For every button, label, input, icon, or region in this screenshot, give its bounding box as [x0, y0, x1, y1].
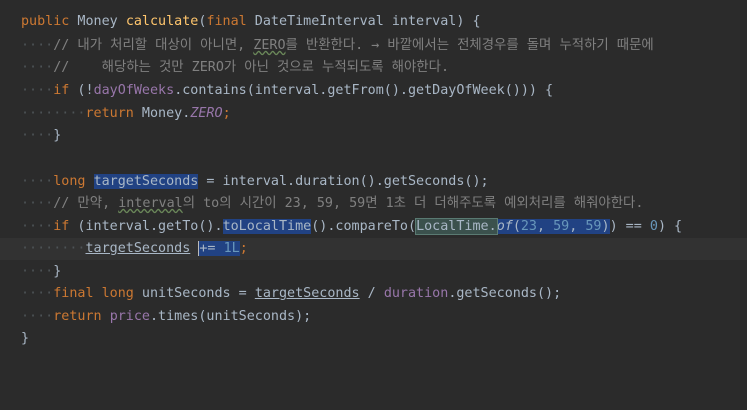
- token: 23: [520, 219, 537, 234]
- token: interval: [118, 196, 183, 211]
- code-line[interactable]: ····}: [0, 261, 747, 283]
- code-line[interactable]: ····long targetSeconds = interval.durati…: [0, 171, 747, 193]
- token: ) {: [657, 219, 683, 234]
- token: targetSeconds: [254, 286, 360, 301]
- token: +=: [198, 241, 216, 256]
- token: = interval.duration().getSeconds();: [198, 174, 489, 189]
- code-line[interactable]: ········return Money.ZERO;: [0, 103, 747, 125]
- token: long: [53, 174, 86, 189]
- token: .getSeconds();: [448, 286, 562, 301]
- token: ().compareTo(: [311, 219, 417, 234]
- token: (interval.getTo().: [69, 219, 223, 234]
- token: .contains(interval.getFrom().getDayOfWee…: [174, 83, 554, 98]
- token: 1L: [223, 241, 240, 256]
- token: ) ==: [609, 219, 650, 234]
- code-line[interactable]: ····final long unitSeconds = targetSecon…: [0, 283, 747, 305]
- token: DateTimeInterval interval) {: [246, 14, 481, 29]
- token: 0: [649, 219, 658, 234]
- code-line[interactable]: }: [0, 328, 747, 350]
- token: (: [512, 219, 521, 234]
- token: 59: [553, 219, 570, 234]
- token: ,: [537, 219, 554, 234]
- code-line[interactable]: [0, 148, 747, 170]
- code-line[interactable]: ····}: [0, 125, 747, 147]
- token: ;: [239, 241, 248, 256]
- code-line[interactable]: ········targetSeconds += 1L;: [0, 238, 747, 260]
- token: unitSeconds =: [133, 286, 255, 301]
- code-line[interactable]: ····return price.times(unitSeconds);: [0, 306, 747, 328]
- token: ,: [569, 219, 586, 234]
- token: duration: [383, 286, 449, 301]
- token: toLocalTime: [222, 219, 312, 234]
- token: .times(unitSeconds);: [150, 309, 312, 324]
- token: dayOfWeeks: [93, 83, 175, 98]
- code-line[interactable]: public Money calculate(final DateTimeInt…: [0, 11, 747, 33]
- token: 59: [585, 219, 602, 234]
- token: [215, 241, 224, 256]
- token: if: [53, 219, 70, 234]
- code-line[interactable]: ····// 해당하는 것만 ZERO가 아닌 것으로 누적되도록 해야한다.: [0, 57, 747, 79]
- token: ): [601, 219, 610, 234]
- token: // 해당하는 것만 ZERO가 아닌 것으로 누적되도록 해야한다.: [53, 60, 450, 75]
- code-line[interactable]: ····if (!dayOfWeeks.contains(interval.ge…: [0, 80, 747, 102]
- code-line[interactable]: ····// 만약, interval의 to의 시간이 23, 59, 59면…: [0, 193, 747, 215]
- token: ;: [222, 106, 231, 121]
- code-line[interactable]: ····if (interval.getTo().toLocalTime().c…: [0, 216, 747, 238]
- token: LocalTime.: [415, 218, 498, 235]
- token: final: [206, 14, 247, 29]
- token: targetSeconds: [85, 241, 191, 256]
- token: if: [53, 83, 70, 98]
- token: }: [53, 128, 62, 143]
- token: price: [109, 309, 150, 324]
- token: Money.: [133, 106, 191, 121]
- token: }: [53, 264, 62, 279]
- token: }: [21, 331, 30, 346]
- token: of: [496, 219, 513, 234]
- token: // 만약,: [53, 196, 119, 211]
- token: /: [359, 286, 384, 301]
- token: 를 반환한다. → 바깥에서는 전체경우를 돌며 누적하기 때문에: [285, 38, 654, 53]
- token: public: [21, 14, 70, 29]
- token: (!: [69, 83, 94, 98]
- token: ZERO: [253, 38, 286, 53]
- token: final: [53, 286, 94, 301]
- token: return: [53, 309, 102, 324]
- token: targetSeconds: [93, 174, 199, 189]
- token: ZERO: [190, 106, 223, 121]
- code-line[interactable]: ····// 내가 처리할 대상이 아니면, ZERO를 반환한다. → 바깥에…: [0, 35, 747, 57]
- token: calculate: [125, 14, 199, 29]
- token: long: [101, 286, 134, 301]
- code-editor[interactable]: public Money calculate ( final DateTimeInt…: [0, 0, 747, 410]
- token: return: [85, 106, 134, 121]
- token: // 내가 처리할 대상이 아니면,: [53, 38, 254, 53]
- token: 의 to의 시간이 23, 59, 59면 1초 더 더해주도록 예외처리를 해…: [182, 196, 644, 211]
- token: Money: [69, 14, 126, 29]
